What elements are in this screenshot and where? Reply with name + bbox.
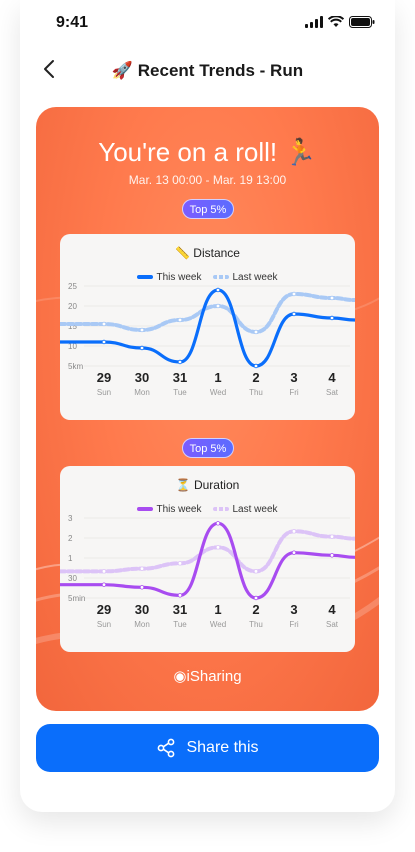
- status-bar: 9:41: [20, 0, 395, 48]
- data-point: [177, 593, 183, 598]
- data-point: [215, 521, 221, 526]
- x-tick-day: 3: [290, 602, 297, 617]
- series-line-last-week: [60, 529, 355, 574]
- x-tick-weekday: Wed: [210, 620, 226, 629]
- brand-mark-icon: ◉: [173, 668, 187, 685]
- data-point: [177, 561, 183, 566]
- y-tick-label: 30: [68, 574, 77, 583]
- data-point: [253, 569, 259, 574]
- data-point: [101, 339, 107, 345]
- duration-line-chart: 3 2 1 30 5min 29 Sun 30 Mon 31 Tue 1 Wed 2 Thu 3 Fri 4 Sat: [60, 514, 355, 629]
- x-tick-day: 1: [214, 370, 221, 385]
- data-point: [139, 566, 145, 571]
- data-point: [139, 327, 145, 333]
- data-point: [291, 311, 297, 317]
- x-tick-day: 2: [252, 370, 259, 385]
- y-tick-label: 5km: [68, 362, 83, 371]
- data-point: [253, 595, 259, 601]
- data-point: [291, 550, 297, 555]
- x-tick-day: 4: [328, 602, 336, 617]
- x-tick-weekday: Tue: [173, 620, 187, 629]
- data-point: [329, 534, 335, 539]
- status-icons: [305, 16, 375, 28]
- data-point: [329, 315, 335, 321]
- x-tick-day: 30: [135, 602, 149, 617]
- share-label: Share this: [186, 739, 259, 756]
- y-tick-label: 25: [68, 282, 77, 291]
- data-point: [215, 303, 221, 309]
- cellular-signal-icon: [305, 16, 323, 28]
- y-tick-label: 2: [68, 534, 73, 543]
- distance-chart: 📏 Distance This week Last week 25 20 15 10 5…: [60, 234, 355, 420]
- x-tick-day: 29: [97, 370, 111, 385]
- duration-chart: ⏳ Duration This week Last week 3 2 1 30 5min…: [60, 466, 355, 652]
- brand-logo: ◉iSharing: [173, 668, 242, 685]
- page-title: 🚀 Recent Trends - Run: [111, 61, 304, 80]
- data-point: [177, 317, 183, 323]
- data-point: [291, 291, 297, 297]
- data-point: [215, 545, 221, 550]
- x-tick-weekday: Thu: [249, 388, 263, 397]
- x-tick-day: 30: [135, 370, 149, 385]
- x-tick-day: 3: [290, 370, 297, 385]
- x-tick-weekday: Thu: [249, 620, 263, 629]
- x-tick-day: 1: [214, 602, 221, 617]
- data-point: [329, 553, 335, 558]
- x-tick-day: 29: [97, 602, 111, 617]
- x-tick-weekday: Sat: [326, 388, 339, 397]
- share-card: You're on a roll! 🏃 Mar. 13 00:00 - Mar.…: [36, 107, 379, 711]
- y-tick-label: 3: [68, 514, 73, 523]
- share-button[interactable]: Share this: [36, 724, 379, 772]
- status-time: 9:41: [56, 14, 89, 31]
- x-tick-day: 2: [252, 602, 259, 617]
- data-point: [101, 569, 107, 574]
- data-point: [139, 585, 145, 590]
- x-tick-weekday: Wed: [210, 388, 226, 397]
- x-tick-weekday: Fri: [289, 388, 299, 397]
- x-tick-weekday: Sun: [97, 620, 111, 629]
- data-point: [139, 345, 145, 351]
- data-point: [329, 295, 335, 301]
- rank-badge-distance: Top 5%: [182, 199, 234, 219]
- distance-line-chart: 252015105km29Sun30Mon31Tue1Wed2Thu3Fri4S…: [60, 282, 355, 397]
- x-tick-day: 31: [173, 370, 187, 385]
- x-tick-weekday: Fri: [289, 620, 299, 629]
- data-point: [215, 287, 221, 293]
- data-point: [291, 529, 297, 534]
- series-line-this-week: [60, 288, 355, 368]
- data-point: [101, 321, 107, 327]
- x-tick-weekday: Sun: [97, 388, 111, 397]
- y-tick-label: 20: [68, 302, 77, 311]
- x-tick-weekday: Sat: [326, 620, 339, 629]
- battery-icon: [349, 16, 375, 28]
- x-tick-day: 31: [173, 602, 187, 617]
- data-point: [177, 359, 183, 365]
- x-tick-day: 4: [328, 370, 336, 385]
- share-icon: [158, 738, 175, 758]
- y-tick-label: 5min: [68, 594, 85, 603]
- data-point: [253, 329, 259, 335]
- headline: You're on a roll! 🏃: [98, 137, 317, 167]
- rank-badge-duration: Top 5%: [182, 438, 234, 458]
- data-point: [253, 363, 259, 369]
- data-point: [101, 582, 107, 587]
- nav-bar: 🚀 Recent Trends - Run: [20, 52, 395, 88]
- chart-title: 📏 Distance: [175, 246, 240, 260]
- date-range: Mar. 13 00:00 - Mar. 19 13:00: [128, 173, 287, 187]
- x-tick-weekday: Mon: [134, 388, 150, 397]
- x-tick-weekday: Tue: [173, 388, 187, 397]
- y-tick-label: 1: [68, 554, 73, 563]
- wifi-icon: [328, 16, 344, 27]
- chart-title: ⏳ Duration: [175, 478, 240, 492]
- phone-screen: 9:41 🚀 Recent Trends - Run You're on a r…: [20, 0, 395, 812]
- x-tick-weekday: Mon: [134, 620, 150, 629]
